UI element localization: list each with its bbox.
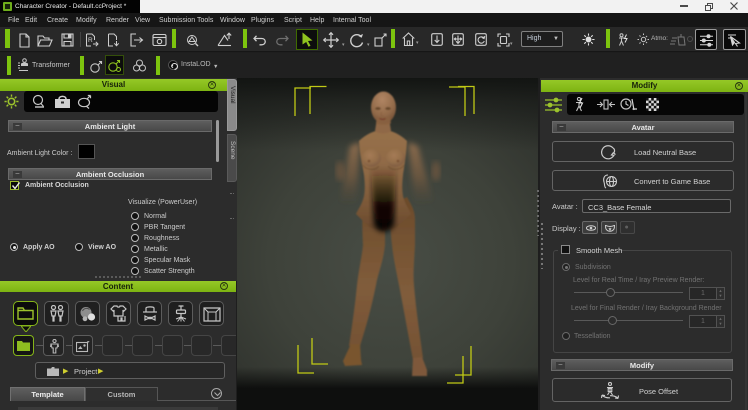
svg-text:R: R — [88, 37, 93, 44]
